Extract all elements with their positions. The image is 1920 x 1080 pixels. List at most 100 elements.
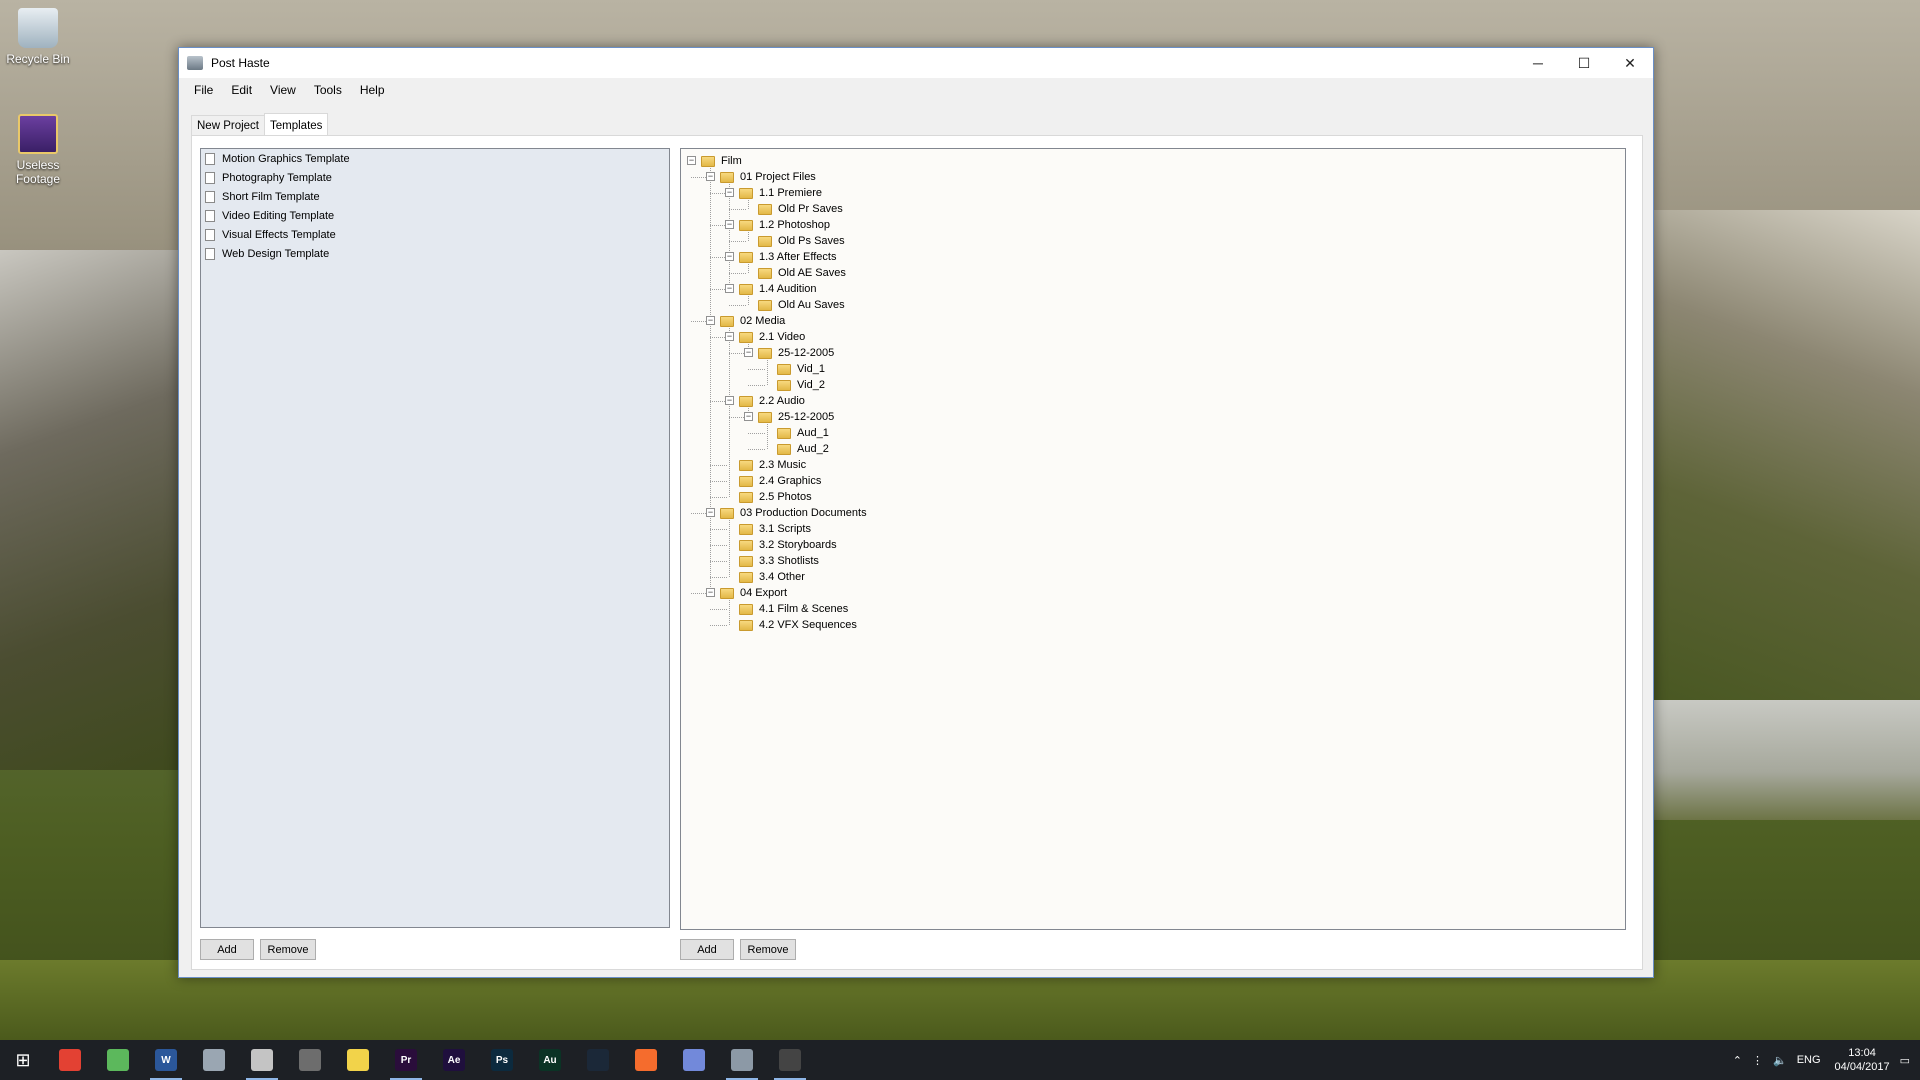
taskbar-app[interactable] — [766, 1040, 814, 1080]
tree-add-button[interactable]: Add — [680, 939, 734, 960]
tree-node[interactable]: Aud_2 — [777, 441, 829, 457]
tree-node[interactable]: 1.3 After Effects — [739, 249, 836, 265]
taskbar-app[interactable] — [238, 1040, 286, 1080]
tree-node[interactable]: 2.2 Audio — [739, 393, 805, 409]
collapse-toggle-icon[interactable]: − — [725, 252, 734, 261]
taskbar-app[interactable] — [622, 1040, 670, 1080]
tree-node[interactable]: Old Au Saves — [758, 297, 845, 313]
list-item[interactable]: Video Editing Template — [201, 206, 669, 225]
list-item-label: Motion Graphics Template — [222, 152, 350, 165]
chevron-up-icon[interactable]: ⌃ — [1733, 1054, 1742, 1067]
collapse-toggle-icon[interactable]: − — [725, 332, 734, 341]
tree-node[interactable]: 2.1 Video — [739, 329, 805, 345]
tree-node[interactable]: 3.4 Other — [739, 569, 805, 585]
collapse-toggle-icon[interactable]: − — [706, 508, 715, 517]
list-item[interactable]: Motion Graphics Template — [201, 149, 669, 168]
menu-view[interactable]: View — [261, 83, 305, 97]
tree-node[interactable]: 4.2 VFX Sequences — [739, 617, 857, 633]
taskbar-app[interactable] — [334, 1040, 382, 1080]
clock[interactable]: 13:04 04/04/2017 — [1835, 1046, 1890, 1074]
tree-node[interactable]: Film — [701, 153, 742, 169]
tree-node[interactable]: Vid_1 — [777, 361, 825, 377]
network-icon[interactable]: ⋮ — [1752, 1054, 1763, 1067]
taskbar-app[interactable] — [94, 1040, 142, 1080]
language-indicator[interactable]: ENG — [1797, 1054, 1821, 1066]
taskbar-app[interactable]: W — [142, 1040, 190, 1080]
tree-node[interactable]: 1.4 Audition — [739, 281, 817, 297]
tree-node[interactable]: 25-12-2005 — [758, 409, 834, 425]
tree-node-label: 1.4 Audition — [759, 283, 817, 295]
collapse-toggle-icon[interactable]: − — [725, 188, 734, 197]
list-item[interactable]: Visual Effects Template — [201, 225, 669, 244]
tree-node[interactable]: 3.3 Shotlists — [739, 553, 819, 569]
tree-connector — [729, 305, 746, 306]
taskbar-app[interactable] — [670, 1040, 718, 1080]
tree-node[interactable]: Old Pr Saves — [758, 201, 843, 217]
taskbar-app[interactable]: Au — [526, 1040, 574, 1080]
collapse-toggle-icon[interactable]: − — [706, 588, 715, 597]
collapse-toggle-icon[interactable]: − — [687, 156, 696, 165]
tree-node[interactable]: 1.2 Photoshop — [739, 217, 830, 233]
start-button[interactable]: ⊞ — [0, 1050, 46, 1071]
taskbar-app[interactable]: Ae — [430, 1040, 478, 1080]
templates-remove-button[interactable]: Remove — [260, 939, 316, 960]
tree-node-label: 4.2 VFX Sequences — [759, 619, 857, 631]
folder-icon — [739, 187, 753, 199]
tree-node[interactable]: 2.4 Graphics — [739, 473, 821, 489]
tree-node[interactable]: Vid_2 — [777, 377, 825, 393]
taskbar-app[interactable]: Pr — [382, 1040, 430, 1080]
collapse-toggle-icon[interactable]: − — [725, 284, 734, 293]
notifications-icon[interactable]: ▭ — [1900, 1054, 1910, 1067]
tab-new-project[interactable]: New Project — [191, 115, 265, 137]
tree-node[interactable]: 4.1 Film & Scenes — [739, 601, 848, 617]
tree-node[interactable]: Aud_1 — [777, 425, 829, 441]
collapse-toggle-icon[interactable]: − — [725, 220, 734, 229]
templates-add-button[interactable]: Add — [200, 939, 254, 960]
collapse-toggle-icon[interactable]: − — [744, 348, 753, 357]
tree-node[interactable]: 1.1 Premiere — [739, 185, 822, 201]
menu-file[interactable]: File — [185, 83, 222, 97]
folder-icon — [739, 331, 753, 343]
tree-remove-button[interactable]: Remove — [740, 939, 796, 960]
taskbar-app[interactable] — [190, 1040, 238, 1080]
tree-node[interactable]: 2.3 Music — [739, 457, 806, 473]
tree-node[interactable]: 04 Export — [720, 585, 787, 601]
templates-list[interactable]: Motion Graphics Template Photography Temp… — [200, 148, 670, 928]
close-button[interactable]: ✕ — [1607, 48, 1653, 78]
collapse-toggle-icon[interactable]: − — [706, 316, 715, 325]
collapse-toggle-icon[interactable]: − — [744, 412, 753, 421]
tree-node[interactable]: 25-12-2005 — [758, 345, 834, 361]
menu-help[interactable]: Help — [351, 83, 394, 97]
volume-icon[interactable]: 🔈 — [1773, 1054, 1787, 1067]
collapse-toggle-icon[interactable]: − — [706, 172, 715, 181]
maximize-button[interactable]: ☐ — [1561, 48, 1607, 78]
menu-edit[interactable]: Edit — [222, 83, 261, 97]
menu-tools[interactable]: Tools — [305, 83, 351, 97]
tree-node[interactable]: 01 Project Files — [720, 169, 816, 185]
tree-node[interactable]: Old Ps Saves — [758, 233, 845, 249]
title-bar[interactable]: Post Haste ─ ☐ ✕ — [179, 48, 1653, 78]
list-item[interactable]: Short Film Template — [201, 187, 669, 206]
tree-node[interactable]: 03 Production Documents — [720, 505, 867, 521]
tree-node[interactable]: 02 Media — [720, 313, 785, 329]
collapse-toggle-icon[interactable]: − — [725, 396, 734, 405]
list-item[interactable]: Photography Template — [201, 168, 669, 187]
tree-node[interactable]: 3.2 Storyboards — [739, 537, 837, 553]
tree-node[interactable]: 3.1 Scripts — [739, 521, 811, 537]
tree-node[interactable]: Old AE Saves — [758, 265, 846, 281]
folder-icon — [758, 203, 772, 215]
tree-connector — [710, 529, 727, 530]
tree-node-label: 4.1 Film & Scenes — [759, 603, 849, 615]
folder-tree[interactable]: Film −01 Project Files −1.1 Premiere − Old P… — [680, 148, 1626, 930]
taskbar-app[interactable] — [574, 1040, 622, 1080]
minimize-button[interactable]: ─ — [1515, 48, 1561, 78]
desktop-icon-useless-footage[interactable]: Useless Footage — [0, 114, 76, 186]
list-item[interactable]: Web Design Template — [201, 244, 669, 263]
taskbar-app[interactable] — [46, 1040, 94, 1080]
taskbar-app[interactable] — [286, 1040, 334, 1080]
desktop-icon-recycle-bin[interactable]: Recycle Bin — [0, 8, 76, 66]
taskbar-app[interactable] — [718, 1040, 766, 1080]
tree-node-label: 02 Media — [740, 315, 786, 327]
tree-node[interactable]: 2.5 Photos — [739, 489, 812, 505]
taskbar-app[interactable]: Ps — [478, 1040, 526, 1080]
